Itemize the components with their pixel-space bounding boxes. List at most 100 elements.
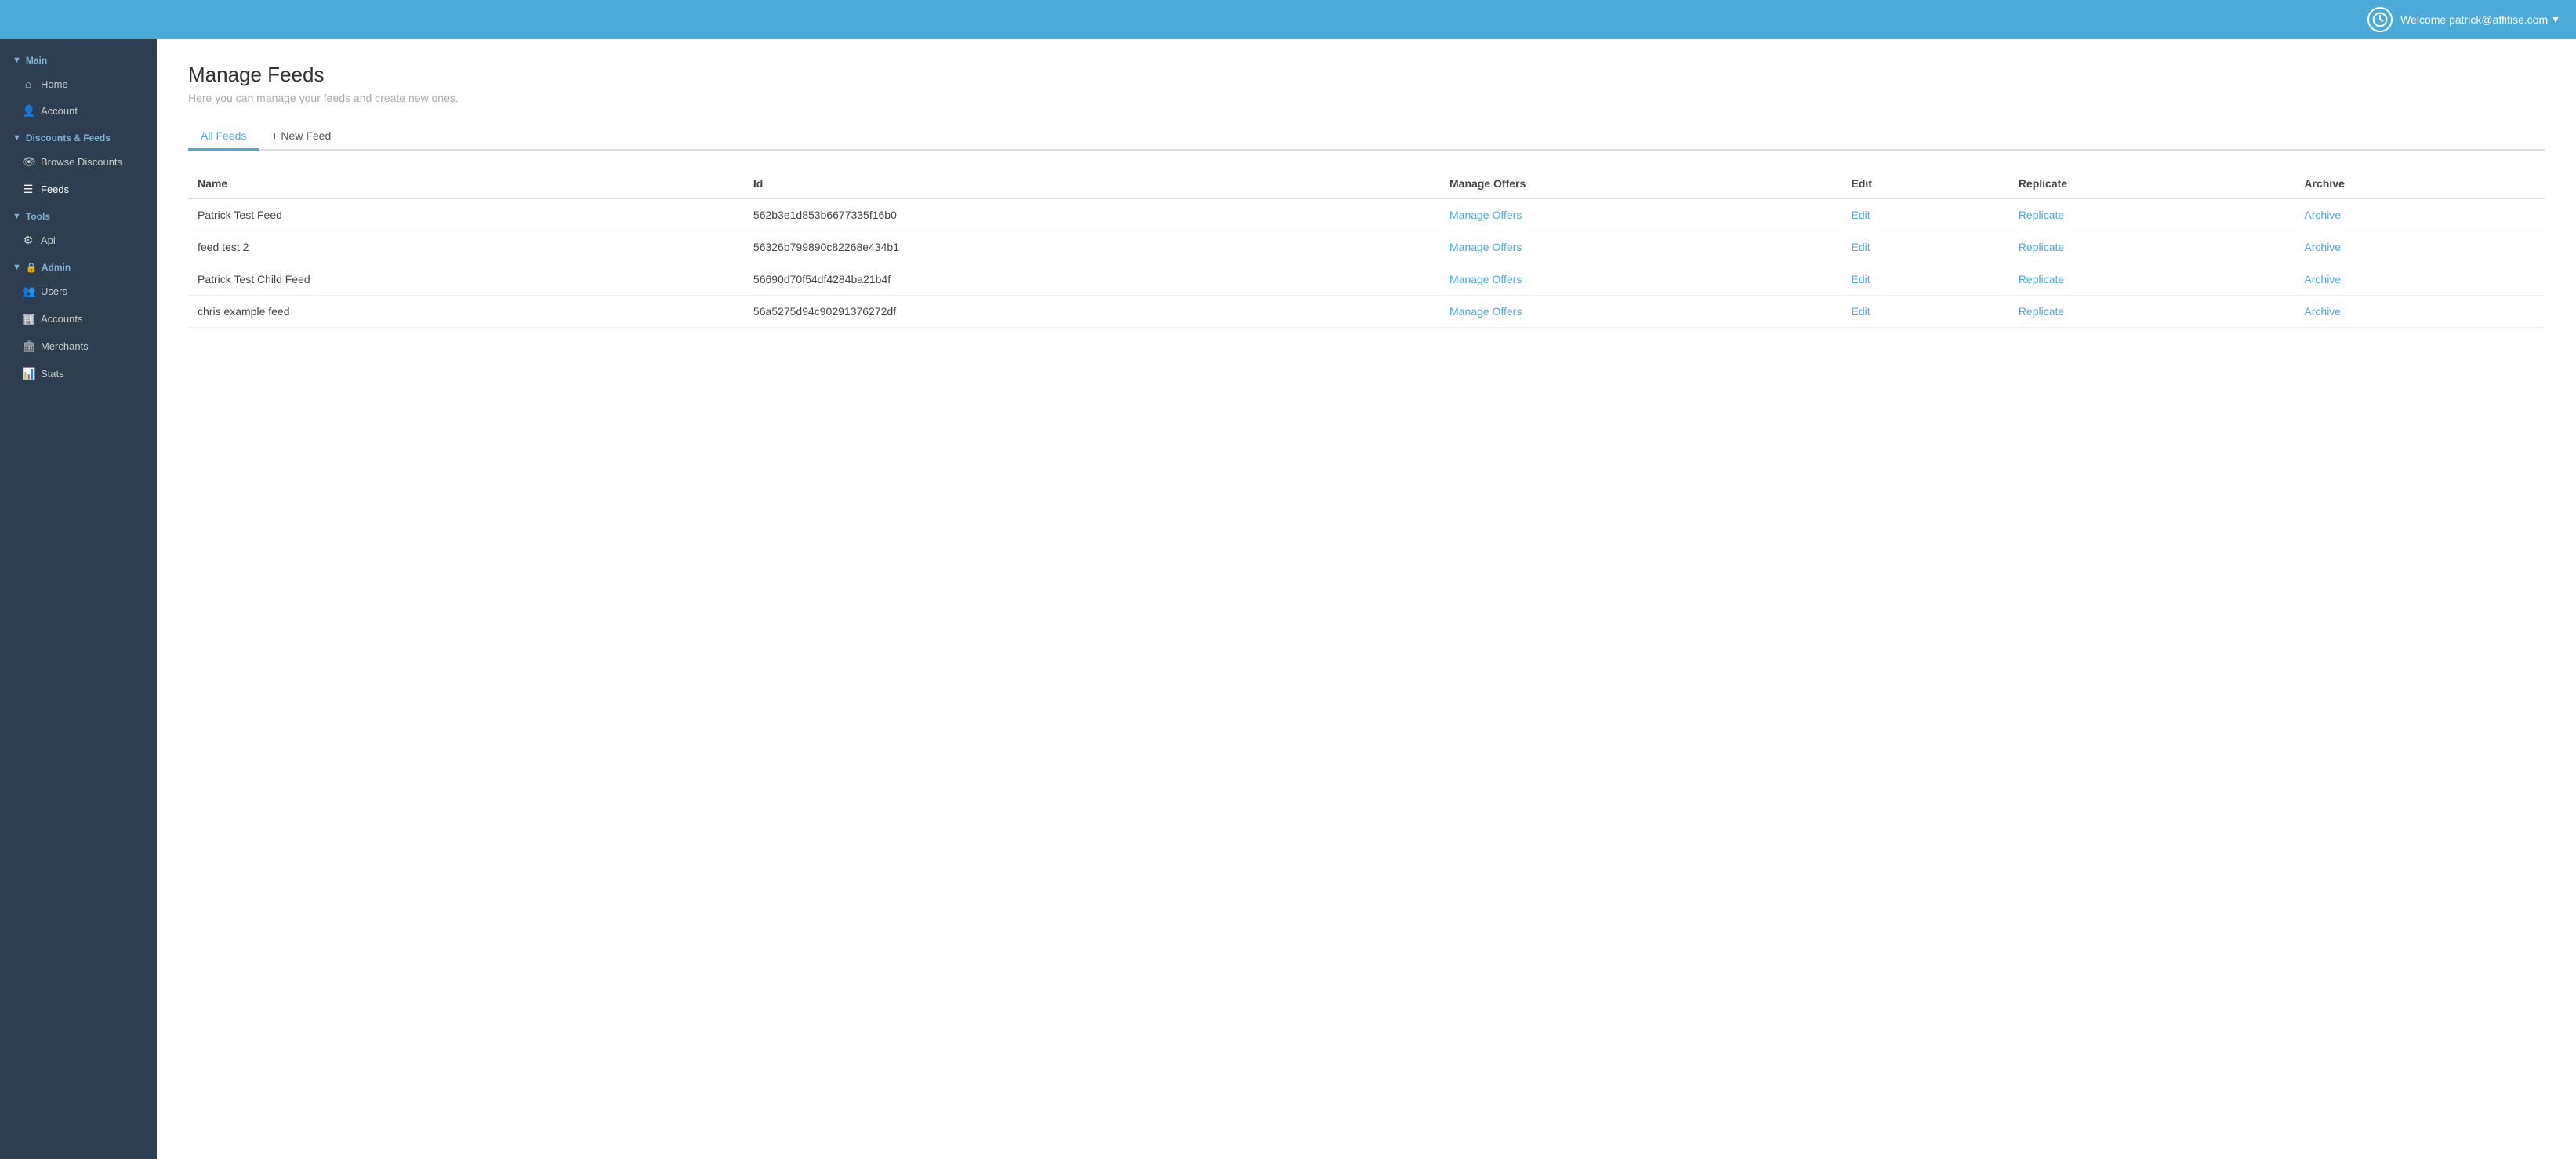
archive-link[interactable]: Archive: [2304, 241, 2341, 253]
sidebar-item-merchants-label: Merchants: [41, 340, 89, 352]
sidebar: ▼ Main ⌂ Home 👤 Account ▼ Discounts & Fe…: [0, 39, 157, 1159]
tab-all-feeds[interactable]: All Feeds: [188, 123, 259, 151]
sidebar-item-home[interactable]: ⌂ Home: [0, 71, 157, 97]
sidebar-item-users[interactable]: 👥 Users: [0, 278, 157, 305]
sidebar-item-api-label: Api: [41, 234, 56, 246]
users-icon: 👥: [22, 285, 34, 298]
sidebar-section-main[interactable]: ▼ Main: [0, 47, 157, 71]
sidebar-item-accounts[interactable]: 🏢 Accounts: [0, 305, 157, 332]
cell-edit[interactable]: Edit: [1842, 198, 2009, 231]
user-dropdown-arrow[interactable]: ▼: [2551, 14, 2560, 25]
edit-link[interactable]: Edit: [1852, 305, 1870, 318]
cell-name: Patrick Test Child Feed: [188, 263, 744, 296]
tabs: All Feeds + New Feed: [188, 123, 2545, 151]
cell-edit[interactable]: Edit: [1842, 231, 2009, 263]
cell-name: Patrick Test Feed: [188, 198, 744, 231]
archive-link[interactable]: Archive: [2304, 273, 2341, 285]
manage-offers-link[interactable]: Manage Offers: [1449, 305, 1522, 318]
manage-offers-link[interactable]: Manage Offers: [1449, 241, 1522, 253]
sidebar-item-stats[interactable]: 📊 Stats: [0, 360, 157, 387]
cell-edit[interactable]: Edit: [1842, 263, 2009, 296]
cell-manage-offers[interactable]: Manage Offers: [1440, 296, 1842, 328]
account-icon: 👤: [22, 104, 34, 118]
lock-icon: 🔒: [26, 262, 38, 273]
cell-manage-offers[interactable]: Manage Offers: [1440, 263, 1842, 296]
cell-archive[interactable]: Archive: [2295, 198, 2545, 231]
sidebar-item-accounts-label: Accounts: [41, 313, 82, 325]
cell-archive[interactable]: Archive: [2295, 296, 2545, 328]
cell-id: 562b3e1d853b6677335f16b0: [744, 198, 1440, 231]
cell-manage-offers[interactable]: Manage Offers: [1440, 231, 1842, 263]
sidebar-section-discounts-feeds-label: Discounts & Feeds: [26, 133, 111, 144]
sidebar-section-tools[interactable]: ▼ Tools: [0, 203, 157, 227]
sidebar-item-merchants[interactable]: 🏛 Merchants: [0, 332, 157, 360]
feeds-icon: ☰: [22, 183, 34, 196]
cell-name: chris example feed: [188, 296, 744, 328]
sidebar-section-discounts-feeds[interactable]: ▼ Discounts & Feeds: [0, 125, 157, 148]
welcome-text: Welcome patrick@affitise.com: [2400, 13, 2548, 26]
cell-id: 56690d70f54df4284ba21b4f: [744, 263, 1440, 296]
archive-link[interactable]: Archive: [2304, 209, 2341, 221]
edit-link[interactable]: Edit: [1852, 273, 1870, 285]
sidebar-item-users-label: Users: [41, 285, 67, 297]
sidebar-section-admin-label: Admin: [42, 262, 71, 273]
arrow-icon: ▼: [13, 56, 21, 65]
sidebar-item-browse-discounts-label: Browse Discounts: [41, 156, 122, 168]
cell-replicate[interactable]: Replicate: [2009, 231, 2295, 263]
cell-replicate[interactable]: Replicate: [2009, 263, 2295, 296]
feeds-table: Name Id Manage Offers Edit Replicate Arc…: [188, 169, 2545, 328]
page-subtitle: Here you can manage your feeds and creat…: [188, 92, 2545, 104]
cell-id: 56a5275d94c90291376272df: [744, 296, 1440, 328]
merchants-icon: 🏛: [22, 340, 34, 353]
browse-discounts-icon: 👁: [22, 155, 34, 169]
cell-id: 56326b799890c82268e434b1: [744, 231, 1440, 263]
stats-icon: 📊: [22, 367, 34, 380]
archive-link[interactable]: Archive: [2304, 305, 2341, 318]
table-row: Patrick Test Child Feed 56690d70f54df428…: [188, 263, 2545, 296]
sidebar-section-tools-label: Tools: [26, 211, 50, 222]
home-icon: ⌂: [22, 78, 34, 90]
tab-new-feed[interactable]: + New Feed: [259, 123, 343, 151]
sidebar-item-account-label: Account: [41, 105, 78, 117]
edit-link[interactable]: Edit: [1852, 241, 1870, 253]
sidebar-item-api[interactable]: ⚙ Api: [0, 227, 157, 254]
cell-archive[interactable]: Archive: [2295, 231, 2545, 263]
table-row: Patrick Test Feed 562b3e1d853b6677335f16…: [188, 198, 2545, 231]
sidebar-item-feeds[interactable]: ☰ Feeds: [0, 176, 157, 203]
page-title: Manage Feeds: [188, 63, 2545, 87]
cell-name: feed test 2: [188, 231, 744, 263]
sidebar-section-main-label: Main: [26, 55, 47, 66]
cell-manage-offers[interactable]: Manage Offers: [1440, 198, 1842, 231]
cell-edit[interactable]: Edit: [1842, 296, 2009, 328]
sidebar-item-account[interactable]: 👤 Account: [0, 97, 157, 125]
sidebar-item-home-label: Home: [41, 78, 68, 90]
arrow-icon-2: ▼: [13, 133, 21, 143]
main-content: Manage Feeds Here you can manage your fe…: [157, 39, 2576, 1159]
api-icon: ⚙: [22, 234, 34, 247]
col-archive: Archive: [2295, 169, 2545, 198]
manage-offers-link[interactable]: Manage Offers: [1449, 209, 1522, 221]
replicate-link[interactable]: Replicate: [2019, 273, 2064, 285]
table-header-row: Name Id Manage Offers Edit Replicate Arc…: [188, 169, 2545, 198]
col-edit: Edit: [1842, 169, 2009, 198]
cell-replicate[interactable]: Replicate: [2009, 296, 2295, 328]
col-name: Name: [188, 169, 744, 198]
col-replicate: Replicate: [2009, 169, 2295, 198]
sidebar-item-feeds-label: Feeds: [41, 183, 69, 195]
topbar: Welcome patrick@affitise.com ▼: [0, 0, 2576, 39]
sidebar-section-admin[interactable]: ▼ 🔒 Admin: [0, 254, 157, 278]
manage-offers-link[interactable]: Manage Offers: [1449, 273, 1522, 285]
edit-link[interactable]: Edit: [1852, 209, 1870, 221]
replicate-link[interactable]: Replicate: [2019, 305, 2064, 318]
replicate-link[interactable]: Replicate: [2019, 241, 2064, 253]
brand-logo: [2367, 7, 2393, 32]
cell-replicate[interactable]: Replicate: [2009, 198, 2295, 231]
cell-archive[interactable]: Archive: [2295, 263, 2545, 296]
sidebar-item-browse-discounts[interactable]: 👁 Browse Discounts: [0, 148, 157, 176]
replicate-link[interactable]: Replicate: [2019, 209, 2064, 221]
col-id: Id: [744, 169, 1440, 198]
table-row: feed test 2 56326b799890c82268e434b1 Man…: [188, 231, 2545, 263]
col-manage-offers: Manage Offers: [1440, 169, 1842, 198]
accounts-icon: 🏢: [22, 312, 34, 325]
sidebar-item-stats-label: Stats: [41, 368, 64, 380]
